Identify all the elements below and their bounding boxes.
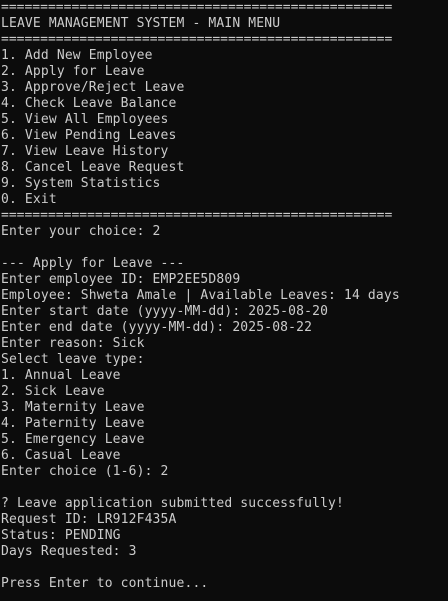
console-window[interactable]: ========================================…	[0, 0, 448, 601]
menu-item-check-balance: 4. Check Leave Balance	[1, 96, 177, 111]
success-message: ? Leave application submitted successful…	[1, 496, 344, 511]
menu-item-view-employees: 5. View All Employees	[1, 112, 169, 127]
leave-type-prompt: Select leave type:	[1, 352, 145, 367]
menu-item-view-pending: 6. View Pending Leaves	[1, 128, 177, 143]
choice-prompt: Enter your choice: 2	[1, 224, 161, 239]
request-status: Status: PENDING	[1, 528, 121, 543]
start-date-prompt: Enter start date (yyyy-MM-dd): 2025-08-2…	[1, 304, 329, 319]
menu-item-exit: 0. Exit	[1, 192, 57, 207]
days-requested: Days Requested: 3	[1, 544, 137, 559]
reason-prompt: Enter reason: Sick	[1, 336, 145, 351]
request-id: Request ID: LR912F435A	[1, 512, 177, 527]
leave-type-paternity: 4. Paternity Leave	[1, 416, 145, 431]
apply-header: --- Apply for Leave ---	[1, 256, 185, 271]
menu-separator-top: ========================================…	[1, 0, 393, 15]
leave-type-sick: 2. Sick Leave	[1, 384, 105, 399]
continue-prompt[interactable]: Press Enter to continue...	[0, 576, 448, 592]
leave-type-casual: 6. Casual Leave	[1, 448, 121, 463]
menu-item-cancel-request: 8. Cancel Leave Request	[1, 160, 185, 175]
menu-item-approve-reject: 3. Approve/Reject Leave	[1, 80, 185, 95]
menu-item-add-employee: 1. Add New Employee	[1, 48, 153, 63]
menu-item-statistics: 9. System Statistics	[1, 176, 161, 191]
menu-item-view-history: 7. View Leave History	[1, 144, 169, 159]
leave-choice-prompt: Enter choice (1-6): 2	[1, 464, 169, 479]
end-date-prompt: Enter end date (yyyy-MM-dd): 2025-08-22	[1, 320, 313, 335]
menu-item-apply-leave: 2. Apply for Leave	[1, 64, 145, 79]
leave-type-maternity: 3. Maternity Leave	[1, 400, 145, 415]
employee-info: Employee: Shweta Amale | Available Leave…	[1, 288, 400, 303]
menu-separator-bottom: ========================================…	[1, 208, 393, 223]
leave-type-annual: 1. Annual Leave	[1, 368, 121, 383]
employee-id-prompt: Enter employee ID: EMP2EE5D809	[1, 272, 241, 287]
menu-title: LEAVE MANAGEMENT SYSTEM - MAIN MENU	[1, 16, 281, 31]
leave-type-emergency: 5. Emergency Leave	[1, 432, 145, 447]
menu-separator-mid: ========================================…	[1, 32, 393, 47]
